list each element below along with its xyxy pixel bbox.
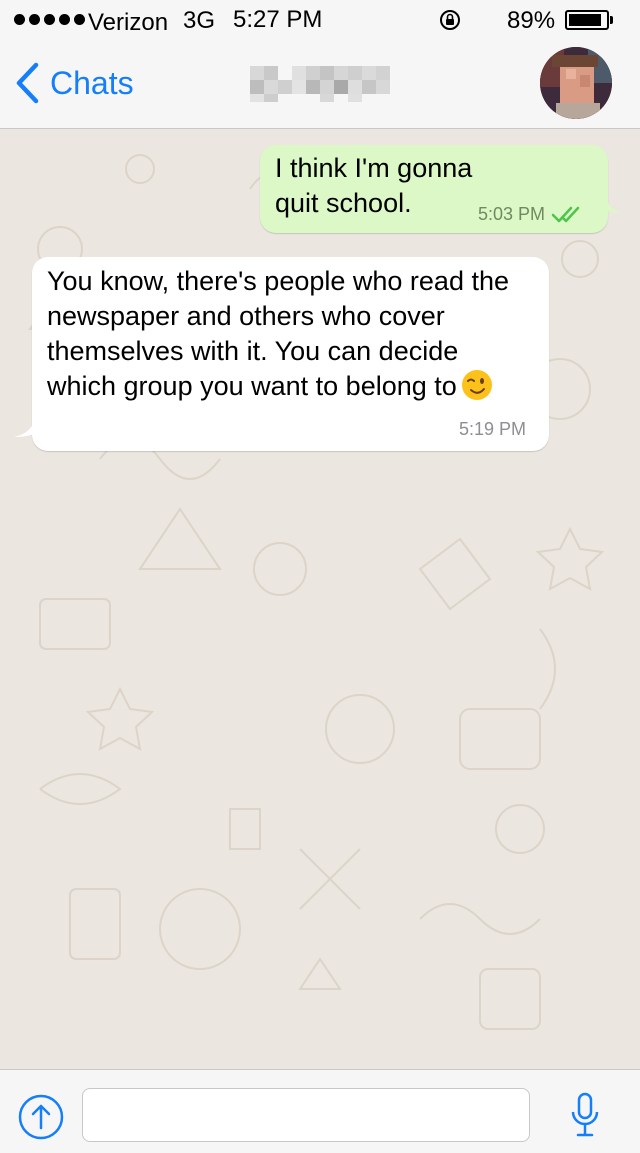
- message-bubble-incoming[interactable]: You know, there's people who read the ne…: [14, 257, 549, 451]
- chevron-left-icon: [16, 62, 39, 104]
- back-label: Chats: [50, 64, 134, 101]
- back-button[interactable]: Chats: [14, 62, 134, 104]
- status-time: 5:27 PM: [233, 6, 323, 33]
- chat-thread[interactable]: I think I'm gonna quit school. 5:03 PM Y…: [0, 129, 640, 1069]
- message-time: 5:19 PM: [459, 419, 527, 439]
- double-check-icon: [551, 206, 580, 222]
- rotation-lock-icon: [440, 10, 460, 30]
- message-text-body: You know, there's people who read the ne…: [47, 266, 509, 401]
- microphone-icon[interactable]: [570, 1092, 600, 1138]
- message-input[interactable]: [82, 1088, 530, 1142]
- battery-nub: [610, 16, 613, 24]
- message-meta: 5:03 PM: [478, 197, 583, 232]
- battery-icon: [565, 10, 609, 30]
- share-arrow-icon[interactable]: [18, 1094, 64, 1140]
- winking-face-emoji: [461, 370, 492, 400]
- message-time: 5:03 PM: [478, 204, 546, 224]
- carrier-label: Verizon: [88, 9, 169, 36]
- contact-avatar[interactable]: [540, 47, 612, 119]
- compose-bar: [0, 1069, 640, 1153]
- battery-percent: 89%: [507, 7, 556, 34]
- chat-header: Chats: [0, 40, 640, 129]
- status-bar: Verizon 3G 5:27 PM 89%: [0, 0, 640, 40]
- bubble-tail: [604, 193, 622, 213]
- contact-name-redacted[interactable]: [246, 62, 392, 104]
- signal-dots-icon: [14, 14, 85, 25]
- network-type-label: 3G: [183, 7, 216, 34]
- message-text: You know, there's people who read the ne…: [47, 264, 517, 404]
- message-bubble-outgoing[interactable]: I think I'm gonna quit school. 5:03 PM: [260, 145, 622, 233]
- bubble-tail: [14, 417, 36, 437]
